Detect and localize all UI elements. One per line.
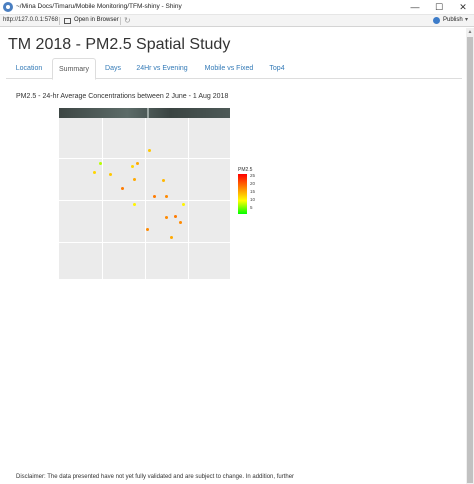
- data-point: [108, 172, 112, 176]
- legend-tick: 15: [250, 189, 256, 194]
- grid-line: [59, 200, 230, 201]
- legend-colorbar: [238, 174, 247, 214]
- legend-tick: 10: [250, 197, 256, 202]
- page-title: TM 2018 - PM2.5 Spatial Study: [8, 36, 231, 53]
- data-point: [148, 148, 152, 152]
- data-point: [132, 203, 136, 207]
- window-title: ~/Mina Docs/Timaru/Mobile Monitoring/TFM…: [16, 3, 182, 10]
- viewer-toolbar: http://127.0.0.1:5768 Open in Browser ↻ …: [0, 14, 474, 27]
- publish-icon[interactable]: [433, 17, 440, 24]
- data-point: [165, 216, 169, 220]
- tab-days[interactable]: Days: [96, 58, 130, 79]
- chevron-down-icon[interactable]: ▾: [465, 16, 468, 23]
- grid-line: [59, 242, 230, 243]
- maximize-button[interactable]: ☐: [428, 0, 450, 14]
- toolbar-separator: [120, 17, 121, 25]
- rstudio-icon: [3, 2, 13, 12]
- tab-bar: Location Summary Days 24Hr vs Evening Mo…: [6, 58, 462, 80]
- data-point: [136, 161, 140, 165]
- legend-tick: 20: [250, 181, 256, 186]
- data-point: [131, 164, 135, 168]
- pm25-map-plot: [59, 108, 230, 279]
- url-display: http://127.0.0.1:5768: [3, 17, 59, 23]
- toolbar-separator: [59, 17, 60, 25]
- basemap-tile: [59, 108, 230, 118]
- pm25-legend: PM2.5 25 20 15 10 5: [238, 167, 268, 217]
- publish-button[interactable]: Publish: [443, 17, 463, 23]
- tab-mobile-vs-fixed[interactable]: Mobile vs Fixed: [196, 58, 262, 79]
- data-point: [120, 187, 124, 191]
- plot-heading: PM2.5 - 24-hr Average Concentrations bet…: [16, 93, 229, 100]
- grid-line: [145, 118, 146, 279]
- data-point: [173, 214, 177, 218]
- tab-summary[interactable]: Summary: [52, 58, 96, 80]
- data-point: [153, 195, 157, 199]
- legend-tick: 5: [250, 205, 253, 210]
- refresh-icon[interactable]: ↻: [124, 16, 131, 25]
- grid-line: [102, 118, 103, 279]
- data-point: [93, 171, 97, 175]
- data-point: [132, 177, 136, 181]
- title-bar: ~/Mina Docs/Timaru/Mobile Monitoring/TFM…: [0, 0, 474, 14]
- data-point: [161, 179, 165, 183]
- app-content: TM 2018 - PM2.5 Spatial Study Location S…: [0, 28, 466, 484]
- tab-24hr-vs-evening[interactable]: 24Hr vs Evening: [130, 58, 194, 79]
- data-point: [98, 161, 102, 165]
- scrollbar-thumb[interactable]: [467, 37, 473, 483]
- tab-location[interactable]: Location: [6, 58, 52, 79]
- close-button[interactable]: ✕: [452, 0, 474, 14]
- legend-tick: 25: [250, 173, 256, 178]
- data-point: [182, 203, 186, 207]
- grid-line: [59, 158, 230, 159]
- app-window: ~/Mina Docs/Timaru/Mobile Monitoring/TFM…: [0, 0, 474, 484]
- minimize-button[interactable]: —: [404, 0, 426, 14]
- vertical-scrollbar[interactable]: ▲: [466, 28, 474, 484]
- data-point: [146, 227, 150, 231]
- scroll-up-icon[interactable]: ▲: [466, 28, 474, 36]
- disclaimer-text: Disclaimer: The data presented have not …: [16, 474, 295, 480]
- open-in-browser-icon[interactable]: [64, 18, 71, 24]
- data-point: [178, 221, 182, 225]
- data-point: [165, 195, 169, 199]
- data-point: [170, 235, 174, 239]
- tab-top4[interactable]: Top4: [262, 58, 292, 79]
- grid-line: [188, 118, 189, 279]
- open-in-browser-button[interactable]: Open in Browser: [74, 17, 119, 23]
